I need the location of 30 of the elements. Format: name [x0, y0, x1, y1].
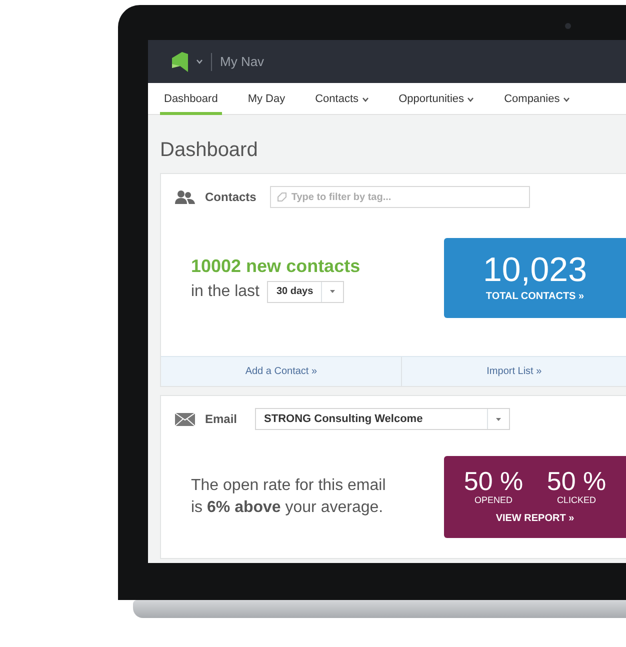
people-icon [175, 190, 195, 204]
logo-icon [172, 52, 188, 72]
envelope-icon [175, 412, 195, 426]
stat-label: OPENED [473, 494, 514, 507]
caret-icon[interactable] [196, 59, 203, 64]
nav-name[interactable]: My Nav [220, 52, 264, 72]
caret-icon [330, 290, 336, 293]
nav-tab[interactable]: Contacts [311, 83, 373, 115]
nav-tab[interactable]: Opportunities [394, 83, 478, 115]
period-select[interactable]: 30 days [267, 280, 344, 302]
nav-tab[interactable]: Companies [500, 83, 574, 115]
camera-dot [565, 23, 571, 29]
period-label: in the last [191, 282, 260, 302]
total-contacts-tile[interactable]: 10,023 TOTAL CONTACTS » [444, 238, 626, 318]
stat-label: CLICKED [556, 494, 597, 507]
stat-value: 50 % [546, 468, 606, 494]
email-stats-tile[interactable]: 50 % OPENED 50 % CLICKED VIEW REPORT » [444, 456, 626, 538]
page-title: Dashboard [160, 138, 259, 163]
open-rate-message: The open rate for this email is 6% above your average. [191, 476, 387, 518]
section-title: Contacts [205, 189, 256, 206]
stat-value: 50 % [464, 468, 524, 494]
section-title: Email [205, 411, 238, 428]
action-link[interactable]: Add a Contact » [245, 364, 318, 379]
new-contacts-headline: 10002 new contacts [191, 254, 360, 278]
action-link[interactable]: Import List » [486, 364, 542, 379]
email-select[interactable]: STRONG Consulting Welcome [255, 408, 510, 430]
caret-icon [496, 418, 502, 420]
nav-tab[interactable]: My Day [244, 83, 290, 115]
nav-tab[interactable]: Dashboard [160, 83, 222, 115]
tag-icon [277, 192, 288, 202]
